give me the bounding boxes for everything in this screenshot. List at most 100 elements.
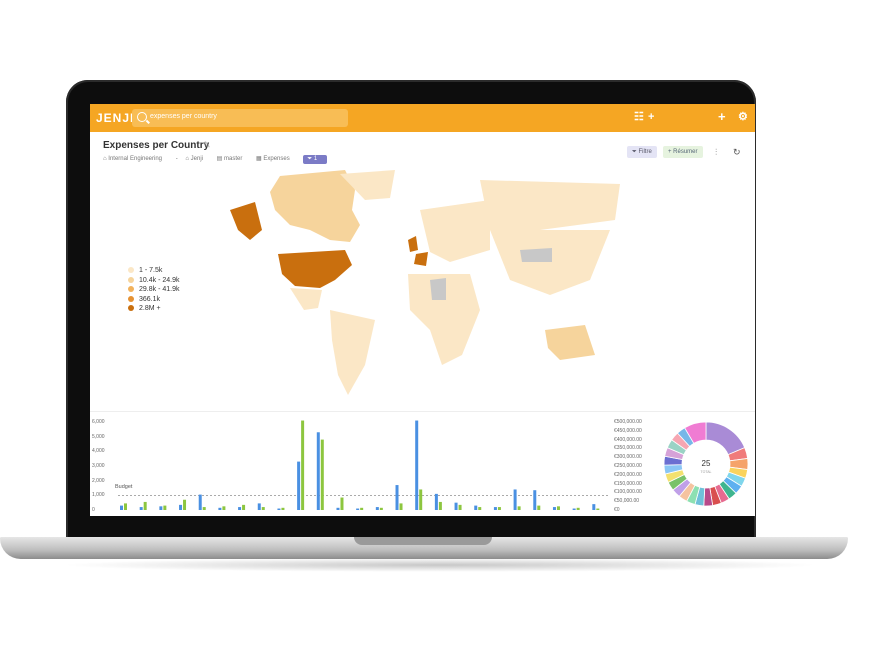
bar[interactable] <box>356 508 360 510</box>
y-tick-label: 1,000 <box>92 492 105 499</box>
bar[interactable] <box>222 506 226 510</box>
bar-chart-area: 6,000 5,000 4,000 3,000 2,000 1,000 0 €500,000… <box>90 414 755 516</box>
right-tick-label: €200,000.00 <box>614 471 642 478</box>
search-input[interactable]: expenses per country <box>132 109 348 127</box>
bar[interactable] <box>261 507 265 510</box>
bar[interactable] <box>572 508 576 510</box>
crumb-dataset[interactable]: ▦ Expenses <box>256 156 296 162</box>
bar[interactable] <box>124 503 127 510</box>
donut-chart: 25 TOTAL <box>663 421 749 507</box>
bar[interactable] <box>497 507 501 510</box>
top-bar: JENJI expenses per country ☷ + + ⚙ <box>90 104 755 132</box>
y-tick-label: 5,000 <box>92 433 105 440</box>
right-tick-label: €350,000.00 <box>614 445 642 452</box>
region-alaska <box>230 202 262 240</box>
bar[interactable] <box>533 490 537 510</box>
bar[interactable] <box>179 504 183 510</box>
bar[interactable] <box>238 507 242 510</box>
search-icon <box>137 112 147 122</box>
bar[interactable] <box>360 507 364 510</box>
bar[interactable] <box>277 508 281 510</box>
legend-item: 366.1k <box>128 295 179 305</box>
laptop-notch <box>354 537 492 545</box>
bar[interactable] <box>513 489 517 510</box>
world-map <box>230 170 620 395</box>
donut-center-label: TOTAL <box>701 470 712 474</box>
bar[interactable] <box>297 461 301 510</box>
legend-item: 2.8M + <box>128 304 179 314</box>
section-divider <box>90 411 755 412</box>
bar[interactable] <box>218 507 222 510</box>
bar[interactable] <box>592 504 596 510</box>
region-usa <box>278 250 352 288</box>
bar[interactable] <box>183 499 187 510</box>
bar[interactable] <box>198 494 202 510</box>
bar[interactable] <box>379 507 383 510</box>
bar[interactable] <box>419 489 423 510</box>
edit-title-icon[interactable]: ✎ <box>203 140 211 151</box>
bar[interactable] <box>281 507 285 510</box>
bar[interactable] <box>120 505 123 510</box>
bar[interactable] <box>340 497 344 510</box>
bar[interactable] <box>163 505 167 510</box>
right-tick-label: €450,000.00 <box>614 427 642 434</box>
plus-icon[interactable]: + <box>648 110 654 124</box>
bar[interactable] <box>316 432 320 510</box>
bar[interactable] <box>438 501 442 510</box>
bar[interactable] <box>537 505 541 510</box>
bar[interactable] <box>202 507 206 510</box>
laptop-shadow <box>60 558 820 572</box>
bar[interactable] <box>242 504 246 510</box>
bar[interactable] <box>556 506 560 510</box>
bar[interactable] <box>301 420 305 510</box>
right-tick-label: €300,000.00 <box>614 454 642 461</box>
bar[interactable] <box>159 506 163 510</box>
bar[interactable] <box>320 439 324 510</box>
region-mongolia <box>520 248 552 262</box>
region-australia <box>545 325 595 360</box>
bar[interactable] <box>517 506 521 510</box>
right-tick-label: €500,000.00 <box>614 419 642 425</box>
bar[interactable] <box>596 508 600 510</box>
app-logo[interactable]: JENJI <box>96 111 134 125</box>
bar[interactable] <box>399 503 403 510</box>
search-query: expenses per country <box>150 113 217 120</box>
crumb-company[interactable]: ⌂ Jenji <box>185 156 209 162</box>
bar[interactable] <box>576 507 580 510</box>
columns-icon[interactable]: ⫶ <box>715 147 717 158</box>
bar[interactable] <box>395 485 399 510</box>
region-asia <box>490 230 610 295</box>
bar[interactable] <box>552 507 556 510</box>
app-screen: JENJI expenses per country ☷ + + ⚙ Expen… <box>90 104 755 516</box>
bar[interactable] <box>454 502 458 510</box>
bar[interactable] <box>257 503 261 510</box>
bar[interactable] <box>474 505 478 510</box>
summarize-button[interactable]: + Résumer <box>663 146 703 158</box>
legend-item: 1 - 7.5k <box>128 266 179 276</box>
bar[interactable] <box>478 507 482 510</box>
gear-icon[interactable]: ⚙ <box>738 110 748 124</box>
y-tick-label: 3,000 <box>92 463 105 469</box>
region-mexico <box>290 288 322 310</box>
crumb-team[interactable]: ⌂ Internal Engineering <box>103 156 168 162</box>
region-africa-grey <box>430 278 446 300</box>
bar[interactable] <box>415 420 419 510</box>
refresh-icon[interactable]: ↻ <box>733 147 741 158</box>
add-icon[interactable]: + <box>718 110 726 124</box>
region-canada <box>270 170 360 242</box>
filter-button[interactable]: ⏷ Filtre <box>627 146 657 158</box>
bar[interactable] <box>458 504 462 510</box>
right-tick-label: €0 <box>614 507 620 513</box>
legend-item: 10.4k - 24.9k <box>128 276 179 286</box>
bar[interactable] <box>375 507 379 510</box>
bar[interactable] <box>493 507 497 510</box>
right-tick-label: €150,000.00 <box>614 480 642 487</box>
grid-icon[interactable]: ☷ <box>634 110 644 124</box>
bar[interactable] <box>336 507 340 510</box>
bar[interactable] <box>143 501 147 510</box>
crumb-branch[interactable]: ▤ master <box>217 156 249 162</box>
bar[interactable] <box>434 493 438 510</box>
y-tick-label: 4,000 <box>92 448 105 455</box>
bar[interactable] <box>139 507 143 510</box>
filter-badge[interactable]: ⏷ 1 <box>303 155 328 164</box>
